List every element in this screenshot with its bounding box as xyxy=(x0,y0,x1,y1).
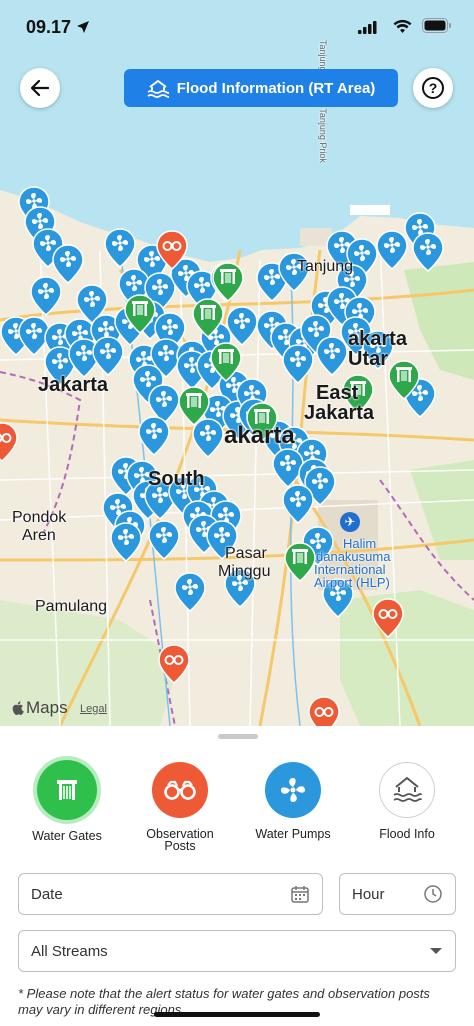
clock-icon xyxy=(424,885,442,903)
page-title-pill: Flood Information (RT Area) xyxy=(124,69,398,107)
observation-post-marker[interactable] xyxy=(156,230,188,270)
date-placeholder: Date xyxy=(31,885,63,903)
map-view[interactable]: Jakarta akarta East Jakarta akarta Utar … xyxy=(0,0,474,726)
calendar-icon xyxy=(291,886,309,903)
map-label-east-jakarta: Jakarta xyxy=(304,402,375,424)
map-label-north-jakarta: akarta xyxy=(348,328,407,350)
water-gate-marker[interactable] xyxy=(124,294,156,334)
location-arrow-icon xyxy=(77,21,89,33)
map-label-jakarta-center: akarta xyxy=(224,422,295,449)
cellular-signal-icon xyxy=(358,21,377,34)
help-button[interactable]: ? xyxy=(413,68,453,108)
sheet-drag-handle[interactable] xyxy=(218,734,258,739)
streams-selected-value: All Streams xyxy=(31,942,108,960)
water-gate-marker[interactable] xyxy=(388,360,420,400)
apple-maps-text: Maps xyxy=(26,698,68,717)
map-label-east: East xyxy=(316,382,359,404)
flood-house-icon xyxy=(379,762,435,818)
water-gate-marker[interactable] xyxy=(210,342,242,382)
map-label-jakarta-west: Jakarta xyxy=(38,374,109,396)
water-pump-marker[interactable] xyxy=(104,228,136,268)
question-circle-icon: ? xyxy=(422,77,444,99)
category-water-pumps[interactable]: Water Pumps xyxy=(238,762,348,840)
water-pump-marker[interactable] xyxy=(282,484,314,524)
water-gate-marker[interactable] xyxy=(284,542,316,582)
arrow-left-icon xyxy=(31,80,49,96)
apple-logo-icon xyxy=(12,701,24,715)
category-label: Observation Posts xyxy=(146,827,214,853)
map-label-south: South xyxy=(148,468,205,490)
water-pump-marker[interactable] xyxy=(282,344,314,384)
category-observation-posts[interactable]: Observation Posts xyxy=(125,762,235,852)
water-pump-marker[interactable] xyxy=(138,416,170,456)
apple-maps-attribution: Maps xyxy=(12,698,68,718)
water-pump-marker[interactable] xyxy=(148,520,180,560)
water-gate-marker[interactable] xyxy=(212,262,244,302)
home-indicator xyxy=(154,1012,320,1017)
map-label-pondok: Pondok xyxy=(12,509,67,526)
water-pump-marker[interactable] xyxy=(30,276,62,316)
water-gate-icon xyxy=(37,760,97,820)
streams-select[interactable]: All Streams xyxy=(18,930,456,972)
water-pump-marker[interactable] xyxy=(110,522,142,562)
observation-post-marker[interactable] xyxy=(158,644,190,684)
water-gate-marker[interactable] xyxy=(192,298,224,338)
battery-icon xyxy=(422,18,451,33)
hour-placeholder: Hour xyxy=(352,885,385,903)
bottom-sheet: Water Gates Observation Posts Water Pumps xyxy=(0,726,474,1026)
category-flood-info[interactable]: Flood Info xyxy=(352,762,462,840)
water-gate-marker[interactable] xyxy=(178,386,210,426)
legal-link[interactable]: Legal xyxy=(80,703,107,715)
map-label-pasar: Pasar xyxy=(225,545,267,562)
fan-icon xyxy=(265,762,321,818)
category-label: Water Pumps xyxy=(255,827,331,841)
airport-icon: ✈ xyxy=(340,512,360,532)
map-label-north-utara: Utar xyxy=(348,348,389,370)
observation-post-marker[interactable] xyxy=(308,696,340,726)
status-bar: 09.17 xyxy=(0,0,474,58)
water-pump-marker[interactable] xyxy=(226,306,258,346)
map-label-minggu: Minggu xyxy=(218,563,271,580)
map-label-tanjung: Tanjung xyxy=(297,258,354,275)
date-field[interactable]: Date xyxy=(18,873,323,915)
observation-post-marker[interactable] xyxy=(0,422,18,462)
binoculars-icon xyxy=(152,762,208,818)
water-pump-marker[interactable] xyxy=(174,572,206,612)
svg-text:?: ? xyxy=(429,80,438,96)
map-label-halim-4: Airport (HLP) xyxy=(314,575,390,590)
water-pump-marker[interactable] xyxy=(412,232,444,272)
category-water-gates[interactable]: Water Gates xyxy=(12,760,122,843)
status-time: 09.17 xyxy=(26,17,72,37)
wifi-icon xyxy=(393,19,412,33)
category-label: Water Gates xyxy=(32,829,102,843)
back-button[interactable] xyxy=(20,68,60,108)
category-label: Flood Info xyxy=(379,827,435,841)
chevron-down-icon xyxy=(430,948,442,954)
water-pump-marker[interactable] xyxy=(92,336,124,376)
observation-post-marker[interactable] xyxy=(372,598,404,638)
hour-field[interactable]: Hour xyxy=(339,873,456,915)
page-title: Flood Information (RT Area) xyxy=(176,79,376,97)
flood-house-icon xyxy=(147,79,169,98)
map-label-pamulang: Pamulang xyxy=(35,598,108,615)
map-label-aren: Aren xyxy=(22,527,56,544)
